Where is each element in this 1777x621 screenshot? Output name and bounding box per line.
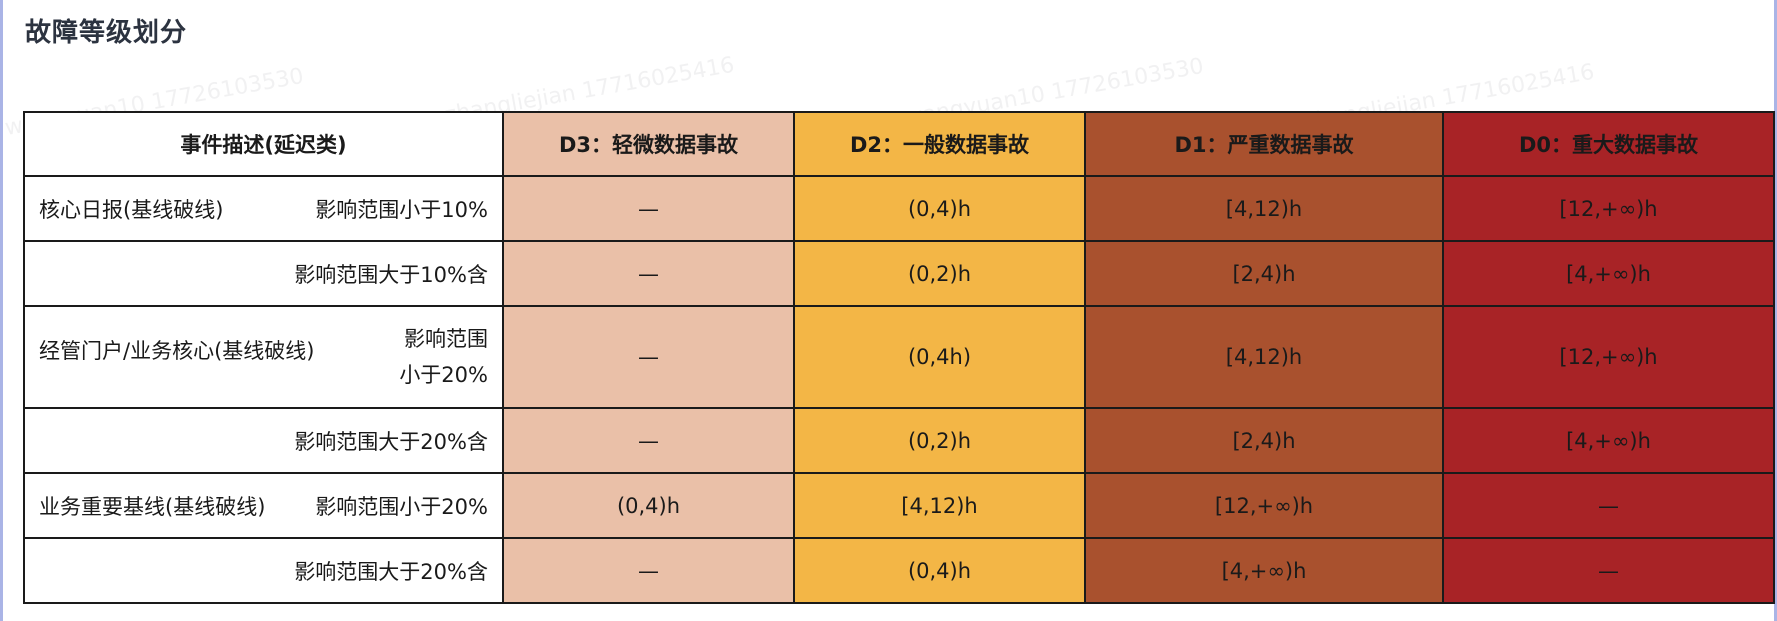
page-title: 故障等级划分 (25, 18, 188, 48)
impact-scope: 影响范围小于20% (315, 494, 488, 519)
d1-cell: [12,+∞)h (1084, 472, 1444, 539)
table-row: 影响范围大于20%含 — (0,2)h [2,4)h [4,+∞)h (23, 407, 1775, 474)
header-event-description: 事件描述(延迟类) (23, 111, 504, 177)
fault-level-table: 事件描述(延迟类) D3：轻微数据事故 D2：一般数据事故 D1：严重数据事故 … (23, 111, 1775, 604)
event-description-cell: 影响范围大于10%含 (23, 240, 504, 307)
d1-cell: [4,+∞)h (1084, 537, 1444, 604)
impact-scope: 影响范围 小于20% (399, 321, 488, 393)
d1-cell: [2,4)h (1084, 240, 1444, 307)
d2-cell: (0,4)h (793, 537, 1086, 604)
d2-cell: [4,12)h (793, 472, 1086, 539)
d0-cell: [12,+∞)h (1442, 175, 1775, 242)
d1-cell: [4,12)h (1084, 175, 1444, 242)
d3-cell: — (502, 305, 795, 409)
table-row: 核心日报(基线破线) 影响范围小于10% — (0,4)h [4,12)h [1… (23, 175, 1775, 242)
event-description-cell: 经管门户/业务核心(基线破线) 影响范围 小于20% (23, 305, 504, 409)
event-category: 核心日报(基线破线) (39, 197, 224, 222)
d0-cell: [4,+∞)h (1442, 407, 1775, 474)
impact-scope: 影响范围大于20%含 (294, 429, 488, 454)
table-row: 影响范围大于10%含 — (0,2)h [2,4)h [4,+∞)h (23, 240, 1775, 307)
d0-cell: [12,+∞)h (1442, 305, 1775, 409)
d0-cell: — (1442, 472, 1775, 539)
impact-scope: 影响范围小于10% (315, 197, 488, 222)
event-category: 经管门户/业务核心(基线破线) (39, 339, 315, 363)
d0-cell: — (1442, 537, 1775, 604)
d2-cell: (0,2)h (793, 407, 1086, 474)
impact-scope: 影响范围大于10%含 (294, 262, 488, 287)
header-d1: D1：严重数据事故 (1084, 111, 1444, 177)
document-page: 故障等级划分 wangyuan10 17726103530 zhanglieji… (0, 0, 1777, 621)
table-row: 影响范围大于20%含 — (0,4)h [4,+∞)h — (23, 537, 1775, 604)
d0-cell: [4,+∞)h (1442, 240, 1775, 307)
event-category: 业务重要基线(基线破线) (39, 494, 266, 519)
d3-cell: — (502, 240, 795, 307)
table-header-row: 事件描述(延迟类) D3：轻微数据事故 D2：一般数据事故 D1：严重数据事故 … (23, 111, 1775, 177)
d1-cell: [4,12)h (1084, 305, 1444, 409)
d3-cell: — (502, 175, 795, 242)
event-description-cell: 影响范围大于20%含 (23, 407, 504, 474)
d3-cell: — (502, 537, 795, 604)
event-description-cell: 核心日报(基线破线) 影响范围小于10% (23, 175, 504, 242)
event-description-cell: 影响范围大于20%含 (23, 537, 504, 604)
impact-scope-line: 影响范围 (404, 327, 488, 351)
d2-cell: (0,4h) (793, 305, 1086, 409)
impact-scope: 影响范围大于20%含 (294, 559, 488, 584)
d2-cell: (0,4)h (793, 175, 1086, 242)
header-d0: D0：重大数据事故 (1442, 111, 1775, 177)
header-d2: D2：一般数据事故 (793, 111, 1086, 177)
d3-cell: (0,4)h (502, 472, 795, 539)
impact-scope-line: 小于20% (399, 363, 488, 387)
event-description-cell: 业务重要基线(基线破线) 影响范围小于20% (23, 472, 504, 539)
header-d3: D3：轻微数据事故 (502, 111, 795, 177)
table-row: 经管门户/业务核心(基线破线) 影响范围 小于20% — (0,4h) [4,1… (23, 305, 1775, 409)
d1-cell: [2,4)h (1084, 407, 1444, 474)
table-row: 业务重要基线(基线破线) 影响范围小于20% (0,4)h [4,12)h [1… (23, 472, 1775, 539)
d3-cell: — (502, 407, 795, 474)
d2-cell: (0,2)h (793, 240, 1086, 307)
